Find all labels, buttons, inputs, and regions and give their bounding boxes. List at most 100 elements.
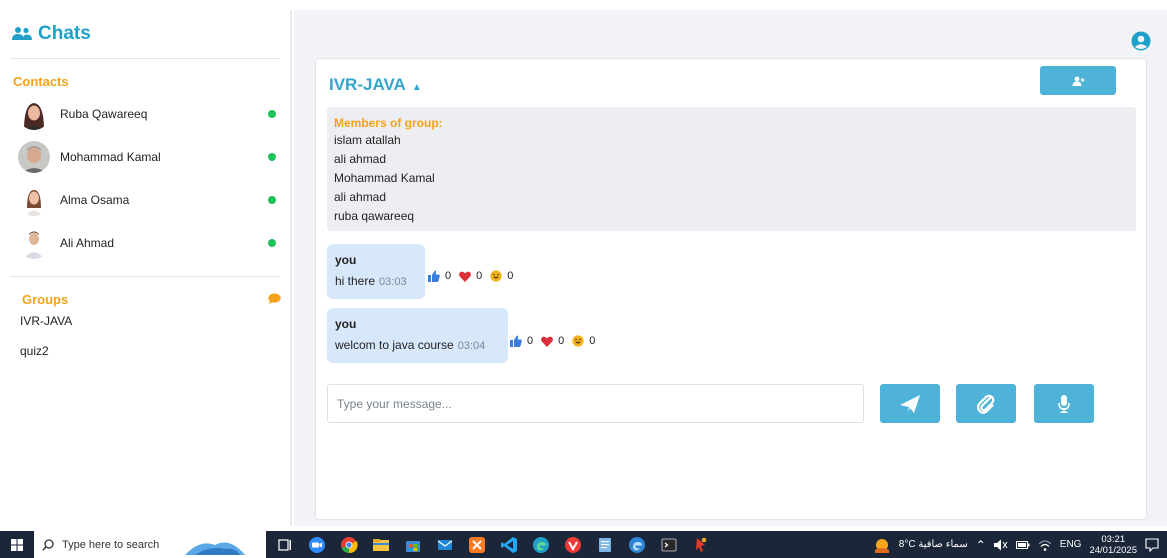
- task-view-icon[interactable]: [276, 536, 294, 554]
- contacts-label: Contacts: [13, 74, 69, 89]
- edge-beta-icon[interactable]: [628, 536, 646, 554]
- edge-icon[interactable]: [532, 536, 550, 554]
- battery-icon[interactable]: [1015, 540, 1030, 550]
- zoom-app-icon[interactable]: [308, 536, 326, 554]
- notifications-icon[interactable]: [1145, 537, 1159, 552]
- contact-ruba-qawareeq[interactable]: Ruba Qawareeq: [18, 96, 280, 132]
- laugh-emoji-icon: [572, 335, 584, 347]
- heart-reaction[interactable]: 0: [459, 270, 482, 282]
- wifi-icon[interactable]: [1038, 539, 1052, 551]
- laugh-count: 0: [507, 270, 514, 282]
- contact-ali-ahmad[interactable]: Ali Ahmad: [18, 225, 280, 261]
- microphone-icon: [1058, 394, 1070, 413]
- search-placeholder: Type here to search: [62, 538, 160, 551]
- search-highlight-icon: [185, 542, 246, 555]
- heart-icon: [459, 271, 472, 282]
- laugh-reaction[interactable]: 0: [572, 335, 595, 347]
- windows-logo-icon: [11, 538, 23, 551]
- message-composer: [327, 384, 864, 423]
- member-item: ruba qawareeq: [334, 209, 415, 223]
- contact-mohammad-kamal[interactable]: Mohammad Kamal: [18, 139, 280, 175]
- chrome-icon[interactable]: [340, 536, 358, 554]
- laugh-reaction[interactable]: 0: [490, 270, 513, 282]
- paperclip-icon: [977, 394, 995, 414]
- avatar: [18, 141, 50, 173]
- contact-name: Ruba Qawareeq: [60, 107, 148, 121]
- member-item: ali ahmad: [334, 152, 387, 166]
- like-reaction[interactable]: 0: [510, 335, 533, 347]
- clock-date: 24/01/2025: [1089, 544, 1137, 556]
- clock-time: 03:21: [1101, 533, 1126, 545]
- language-indicator[interactable]: ENG: [1060, 539, 1082, 550]
- weather-text: 8°C سماء صافية: [898, 539, 968, 550]
- attach-file-button[interactable]: [956, 384, 1016, 423]
- system-tray: 8°C سماء صافية ⌃ ENG 03:21 24/01/2025: [873, 531, 1167, 558]
- chats-title: Chats: [38, 23, 91, 44]
- message-text: hi there 03:03: [335, 274, 417, 290]
- file-explorer-icon[interactable]: [372, 536, 390, 554]
- speaker-icon[interactable]: [993, 539, 1008, 551]
- group-item-ivr-java[interactable]: IVR-JAVA: [20, 314, 72, 328]
- member-item: ali ahmad: [334, 190, 387, 204]
- group-item-quiz2[interactable]: quiz2: [20, 344, 49, 358]
- message-body: hi there: [335, 274, 376, 288]
- online-status-dot: [268, 153, 276, 161]
- sidebar-title: Chats: [12, 23, 91, 45]
- laugh-emoji-icon: [490, 270, 502, 282]
- message-bubble: you hi there 03:03: [327, 244, 425, 299]
- members-heading: Members of group:: [334, 116, 443, 130]
- contact-name: Mohammad Kamal: [60, 150, 161, 164]
- message-input[interactable]: [328, 385, 863, 422]
- message-reactions: 0 0 0: [428, 270, 516, 282]
- show-hidden-icons-chevron-icon[interactable]: ⌃: [976, 538, 986, 552]
- clock[interactable]: 03:21 24/01/2025: [1089, 534, 1137, 556]
- thumbs-up-icon: [428, 270, 440, 282]
- mail-app-icon[interactable]: [436, 536, 454, 554]
- avatar: [18, 227, 50, 259]
- message-reactions: 0 0 0: [510, 335, 598, 347]
- contact-name: Ali Ahmad: [60, 236, 115, 250]
- avatar: [18, 184, 50, 216]
- taskbar-apps: [276, 536, 710, 554]
- groups-label: Groups: [22, 292, 69, 307]
- users-icon: [12, 27, 32, 40]
- add-member-button[interactable]: [1040, 66, 1116, 95]
- like-count: 0: [527, 335, 534, 347]
- xampp-icon[interactable]: [468, 536, 486, 554]
- group-name: IVR-JAVA: [329, 75, 406, 94]
- top-bar: [294, 10, 1167, 60]
- member-item: islam atallah: [334, 133, 401, 147]
- weather-icon: [874, 538, 889, 553]
- message-author: you: [335, 317, 357, 331]
- send-button[interactable]: [880, 384, 940, 423]
- chat-panel: IVR-JAVA ▲ Members of group: islam atalla…: [315, 58, 1147, 520]
- paper-plane-icon: [900, 394, 920, 413]
- voice-record-button[interactable]: [1034, 384, 1094, 423]
- heart-reaction[interactable]: 0: [541, 335, 564, 347]
- pointer-app-icon[interactable]: [692, 536, 710, 554]
- add-user-icon: [1072, 76, 1085, 86]
- message-bubble: you welcom to java course 03:04: [327, 308, 508, 363]
- taskbar-search[interactable]: Type here to search: [34, 531, 266, 558]
- vscode-icon[interactable]: [500, 536, 518, 554]
- contact-alma-osama[interactable]: Alma Osama: [18, 182, 280, 218]
- notepad-icon[interactable]: [596, 536, 614, 554]
- like-reaction[interactable]: 0: [428, 270, 451, 282]
- heart-icon: [541, 336, 554, 347]
- laugh-count: 0: [589, 335, 596, 347]
- user-profile-icon[interactable]: [1131, 31, 1151, 51]
- divider: [10, 276, 280, 277]
- vivaldi-icon[interactable]: [564, 536, 582, 554]
- start-button[interactable]: [0, 531, 34, 558]
- message-time: 03:03: [379, 276, 407, 288]
- toggle-members-caret-icon[interactable]: ▲: [412, 82, 422, 93]
- heart-count: 0: [558, 335, 565, 347]
- terminal-icon[interactable]: [660, 536, 678, 554]
- windows-taskbar: Type here to search 8°C سماء صافية ⌃ ENG…: [0, 531, 1167, 558]
- members-list: Members of group: islam atallah ali ahma…: [327, 107, 1136, 231]
- store-icon[interactable]: [404, 536, 422, 554]
- online-status-dot: [268, 196, 276, 204]
- thumbs-up-icon: [510, 335, 522, 347]
- contact-name: Alma Osama: [60, 193, 130, 207]
- avatar: [18, 98, 50, 130]
